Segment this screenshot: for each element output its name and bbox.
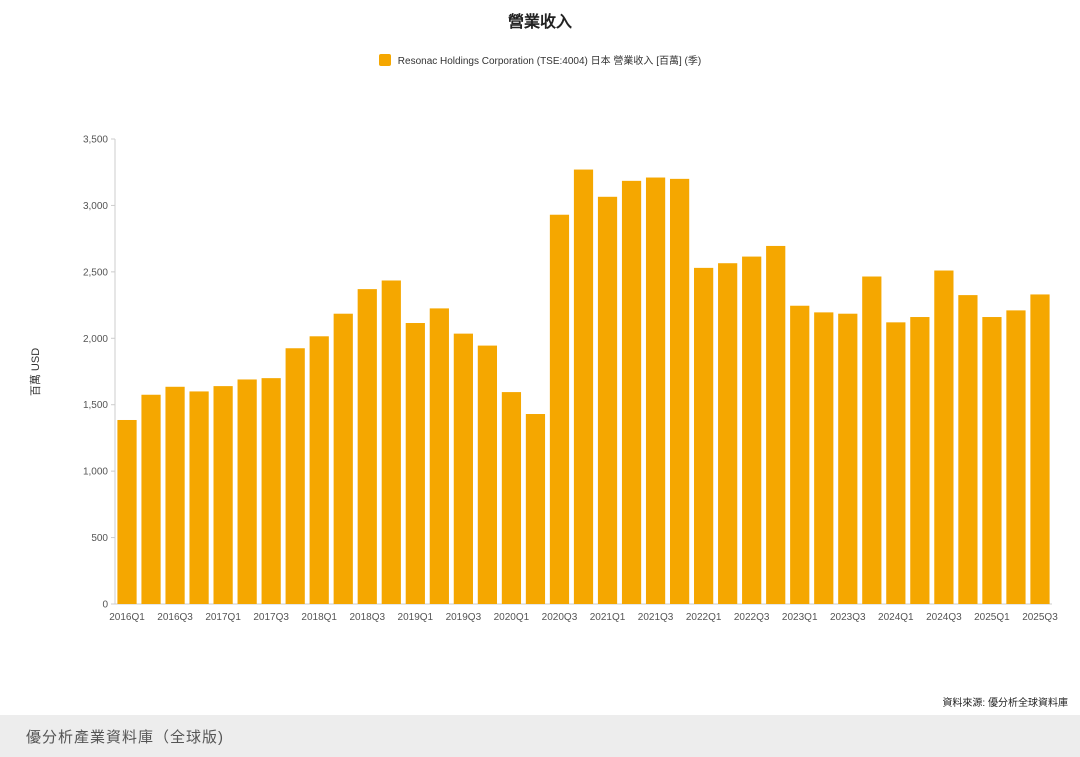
bar — [141, 394, 161, 604]
bar — [117, 419, 137, 604]
bar — [189, 391, 209, 604]
bar — [477, 345, 498, 604]
x-tick-label: 2016Q3 — [157, 612, 193, 623]
x-tick-label: 2017Q3 — [253, 612, 289, 623]
source-note: 資料來源: 優分析全球資料庫 — [942, 698, 1068, 709]
bar — [958, 295, 978, 604]
bar — [501, 392, 522, 604]
y-tick-label: 500 — [91, 533, 108, 544]
y-tick-label: 2,000 — [83, 334, 108, 345]
bar — [838, 313, 858, 604]
y-tick-label: 1,500 — [83, 400, 108, 411]
bar — [766, 245, 786, 604]
bar — [934, 270, 954, 604]
bar — [982, 317, 1002, 604]
bar — [333, 313, 353, 604]
bar — [814, 312, 834, 604]
x-tick-label: 2025Q1 — [974, 612, 1010, 623]
bar — [453, 333, 473, 604]
y-tick-label: 1,000 — [83, 467, 108, 478]
bar — [429, 308, 449, 604]
y-tick-label: 2,500 — [83, 267, 108, 278]
x-tick-label: 2025Q3 — [1022, 612, 1058, 623]
bar — [742, 256, 762, 604]
bar — [669, 178, 690, 604]
bar — [910, 317, 930, 604]
bar — [1006, 310, 1026, 604]
bar — [597, 196, 618, 605]
y-tick-label: 0 — [102, 600, 108, 611]
bar-chart: 0 500 1,000 1,500 2,000 2,500 3,000 3,500 2016Q1… — [83, 135, 1058, 624]
x-tick-label: 2024Q3 — [926, 612, 962, 623]
bar — [790, 305, 810, 604]
bar — [405, 323, 425, 604]
x-tick-label: 2016Q1 — [109, 612, 145, 623]
bar — [549, 214, 570, 604]
bar — [213, 386, 233, 604]
x-tick-label: 2023Q1 — [782, 612, 818, 623]
bar — [285, 348, 305, 604]
bar — [261, 378, 281, 604]
x-tick-label: 2021Q1 — [590, 612, 626, 623]
bar — [237, 379, 257, 604]
bar — [357, 289, 377, 604]
x-tick-label: 2020Q1 — [494, 612, 530, 623]
x-tick-label: 2019Q1 — [398, 612, 434, 623]
x-tick-label: 2022Q3 — [734, 612, 770, 623]
bar — [718, 263, 738, 604]
x-tick-label: 2019Q3 — [446, 612, 482, 623]
bar — [694, 267, 714, 604]
x-tick-label: 2017Q1 — [205, 612, 241, 623]
x-tick-label: 2021Q3 — [638, 612, 674, 623]
bar — [645, 177, 666, 604]
y-tick-label: 3,000 — [83, 201, 108, 212]
bar — [309, 336, 329, 604]
footer-bar: 優分析產業資料庫（全球版) — [0, 715, 1080, 757]
x-tick-label: 2022Q1 — [686, 612, 722, 623]
bar — [862, 276, 882, 604]
bar — [1030, 294, 1050, 604]
x-tick-label: 2023Q3 — [830, 612, 866, 623]
x-tick-label: 2018Q1 — [301, 612, 337, 623]
bar — [165, 386, 185, 604]
x-tick-label: 2018Q3 — [349, 612, 385, 623]
bar — [573, 169, 594, 605]
bar — [381, 280, 401, 604]
bar — [886, 322, 906, 604]
x-tick-label: 2024Q1 — [878, 612, 914, 623]
bar — [525, 414, 546, 604]
x-tick-label: 2020Q3 — [542, 612, 578, 623]
bar — [621, 180, 642, 604]
y-tick-label: 3,500 — [83, 135, 108, 146]
footer-label: 優分析產業資料庫（全球版) — [26, 728, 224, 746]
